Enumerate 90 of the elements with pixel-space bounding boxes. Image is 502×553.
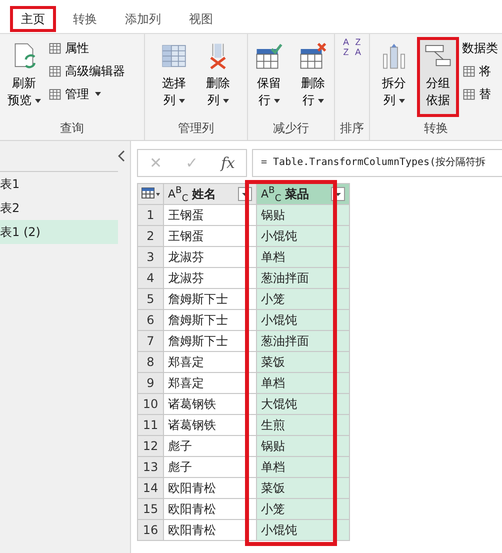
ribbon-tab[interactable]: 添加列 <box>114 6 172 32</box>
query-item[interactable]: 表1 <box>0 172 118 196</box>
row-number: 15 <box>138 498 164 520</box>
sort-button[interactable]: Z A <box>353 37 364 57</box>
table-cell: 葱油拌面 <box>256 330 350 352</box>
table-cell: 郑喜定 <box>164 372 256 394</box>
table-cell: 詹姆斯下士 <box>164 330 256 352</box>
table-cell: 欧阳青松 <box>164 478 256 498</box>
table-cell: 小馄饨 <box>256 226 350 246</box>
table-cell: 单档 <box>256 372 350 394</box>
ribbon-icon <box>299 42 327 70</box>
table-cell: 彪子 <box>164 456 256 478</box>
formula-field[interactable]: = Table.TransformColumnTypes(按分隔符拆 <box>252 149 502 177</box>
ribbon-icon <box>48 41 62 55</box>
ribbon-button[interactable]: 高级编辑器 <box>47 60 126 82</box>
query-item[interactable]: 表1 (2) <box>0 220 118 244</box>
ribbon-icon <box>380 42 408 70</box>
query-item[interactable]: 表2 <box>0 196 118 220</box>
row-number: 1 <box>138 204 164 226</box>
table-cell: 欧阳青松 <box>164 520 256 540</box>
group-label: 管理列 <box>177 120 215 137</box>
row-number: 4 <box>138 268 164 288</box>
table-cell: 彪子 <box>164 436 256 456</box>
table-cell: 詹姆斯下士 <box>164 288 256 310</box>
ribbon-tab[interactable]: 主页 <box>10 6 56 32</box>
table-cell: 小笼 <box>256 498 350 520</box>
table-cell: 菜饭 <box>256 352 350 372</box>
ribbon-tab[interactable]: 转换 <box>62 6 108 32</box>
group-label: 转换 <box>423 120 449 137</box>
group-label: 排序 <box>339 120 365 137</box>
table-cell: 单档 <box>256 456 350 478</box>
ribbon-button[interactable]: 拆分 列 <box>373 37 415 117</box>
ribbon-button[interactable]: 将 <box>461 60 499 82</box>
table-cell: 小馄饨 <box>256 310 350 330</box>
ribbon-button[interactable]: 替 <box>461 83 499 105</box>
table-cell: 大馄饨 <box>256 394 350 414</box>
table-cell: 锅贴 <box>256 204 350 226</box>
table-cell: 生煎 <box>256 414 350 436</box>
column-header[interactable]: A$^{B}$$_{C}$ 菜品 <box>256 184 350 204</box>
fx-button[interactable]: fx <box>210 150 246 176</box>
ribbon-button[interactable]: 属性 <box>47 37 126 59</box>
table-cell: 诸葛钢铁 <box>164 394 256 414</box>
table-cell: 龙淑芬 <box>164 268 256 288</box>
row-number: 13 <box>138 456 164 478</box>
row-number: 16 <box>138 520 164 540</box>
table-cell: 小馄饨 <box>256 520 350 540</box>
row-number: 6 <box>138 310 164 330</box>
group-label: 减少行 <box>272 120 310 137</box>
sort-button[interactable]: A Z <box>340 37 351 57</box>
ribbon-button[interactable]: 选择 列 <box>153 37 195 117</box>
row-number: 12 <box>138 436 164 456</box>
row-number: 9 <box>138 372 164 394</box>
row-number: 7 <box>138 330 164 352</box>
ribbon-icon <box>255 42 283 70</box>
table-cell: 葱油拌面 <box>256 268 350 288</box>
table-cell: 欧阳青松 <box>164 498 256 520</box>
ribbon-button[interactable]: 删除 行 <box>292 37 334 117</box>
ribbon-button[interactable]: 分组 依据 <box>417 37 459 117</box>
row-number: 14 <box>138 478 164 498</box>
table-cell: 龙淑芬 <box>164 246 256 268</box>
table-cell: 锅贴 <box>256 436 350 456</box>
table-cell: 郑喜定 <box>164 352 256 372</box>
ribbon-icon <box>160 42 188 70</box>
table-cell: 单档 <box>256 246 350 268</box>
ribbon-button[interactable]: 管理 <box>47 83 126 105</box>
ribbon-icon <box>48 64 62 78</box>
row-number: 8 <box>138 352 164 372</box>
ribbon-button[interactable]: 刷新 预览 <box>3 37 45 117</box>
ribbon-icon <box>462 87 476 101</box>
row-number: 11 <box>138 414 164 436</box>
ribbon-button[interactable]: 保留 行 <box>248 37 290 117</box>
table-cell: 小笼 <box>256 288 350 310</box>
table-cell: 王钢蛋 <box>164 204 256 226</box>
row-number: 3 <box>138 246 164 268</box>
ribbon-button[interactable]: 数据类 <box>461 37 499 59</box>
collapse-icon[interactable] <box>118 150 126 162</box>
ribbon-tab[interactable]: 视图 <box>178 6 224 32</box>
row-number: 10 <box>138 394 164 414</box>
table-cell: 诸葛钢铁 <box>164 414 256 436</box>
ribbon-icon <box>462 64 476 78</box>
group-label: 查询 <box>59 120 85 137</box>
column-header[interactable]: A$^{B}$$_{C}$ 姓名 <box>164 184 256 204</box>
table-cell: 菜饭 <box>256 478 350 498</box>
row-number: 5 <box>138 288 164 310</box>
table-cell: 詹姆斯下士 <box>164 310 256 330</box>
table-menu-icon[interactable] <box>140 186 160 200</box>
ribbon-icon <box>48 87 62 101</box>
table-cell: 王钢蛋 <box>164 226 256 246</box>
row-number: 2 <box>138 226 164 246</box>
ribbon-button[interactable]: 删除 列 <box>197 37 239 117</box>
